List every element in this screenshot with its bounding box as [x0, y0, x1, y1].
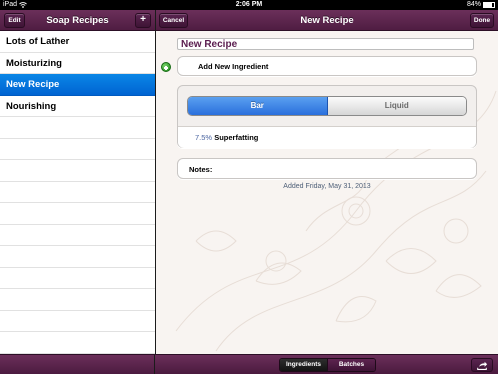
battery-percent: 84% — [466, 1, 481, 8]
empty-row — [0, 332, 155, 354]
floral-background — [175, 90, 497, 352]
superfat-value: 7.5% — [195, 133, 213, 142]
list-item[interactable]: Lots of Lather — [0, 31, 155, 53]
recipes-title: Soap Recipes — [46, 15, 109, 26]
segment-bar[interactable]: Bar — [188, 97, 328, 115]
list-item-label: Lots of Lather — [6, 36, 70, 47]
recipe-list: Lots of Lather Moisturizing New Recipe N… — [0, 31, 155, 354]
empty-row — [0, 268, 155, 289]
recipe-detail: New Recipe Add New Ingredient Bar Liquid… — [156, 31, 498, 354]
list-item-label: New Recipe — [6, 79, 60, 90]
empty-row — [0, 311, 155, 332]
empty-row — [0, 182, 155, 203]
list-item[interactable]: New Recipe — [0, 74, 155, 96]
battery-icon — [483, 2, 495, 8]
added-date: Added Friday, May 31, 2013 — [283, 183, 371, 190]
add-ingredient-icon[interactable] — [161, 62, 171, 72]
share-button[interactable] — [471, 358, 493, 372]
list-item-label: Moisturizing — [6, 57, 62, 69]
add-recipe-button[interactable]: + — [135, 13, 151, 28]
recipe-title: New Recipe — [300, 15, 354, 26]
notes-field[interactable]: Notes: — [177, 158, 477, 179]
status-bar: iPad 2:06 PM 84% — [0, 0, 498, 10]
status-time: 2:06 PM — [235, 1, 263, 8]
empty-row — [0, 160, 155, 182]
bottom-toolbar: Ingredients Batches — [0, 354, 498, 374]
status-right: 84% — [467, 0, 495, 10]
empty-row — [0, 139, 155, 160]
list-item[interactable]: Moisturizing — [0, 53, 155, 74]
bottom-toolbar-left — [0, 355, 155, 374]
add-ingredient-label: Add New Ingredient — [198, 62, 269, 71]
share-icon — [477, 361, 488, 370]
segment-liquid[interactable]: Liquid — [327, 97, 466, 115]
list-item-label: Nourishing — [6, 100, 57, 112]
empty-row — [0, 289, 155, 311]
tab-batches[interactable]: Batches — [327, 359, 375, 371]
superfatting-row[interactable]: 7.5% Superfatting — [178, 126, 476, 148]
add-ingredient-button[interactable]: Add New Ingredient — [177, 56, 477, 76]
recipe-name-field[interactable]: New Recipe — [177, 38, 474, 50]
detail-tabs[interactable]: Ingredients Batches — [279, 358, 376, 372]
list-item[interactable]: Nourishing — [0, 96, 155, 117]
empty-row — [0, 225, 155, 246]
superfat-label: Superfatting — [214, 133, 259, 142]
soap-type-segmented-control[interactable]: Bar Liquid — [187, 96, 467, 116]
tab-ingredients[interactable]: Ingredients — [280, 359, 327, 371]
soap-type-card: Bar Liquid 7.5% Superfatting — [177, 85, 477, 148]
empty-row — [0, 246, 155, 268]
empty-row — [0, 117, 155, 139]
recipe-nav-bar: Cancel New Recipe Done — [156, 10, 498, 31]
empty-row — [0, 203, 155, 225]
done-button[interactable]: Done — [470, 13, 494, 28]
notes-label: Notes: — [189, 165, 213, 174]
recipes-nav-bar: Edit Soap Recipes + — [0, 10, 155, 31]
